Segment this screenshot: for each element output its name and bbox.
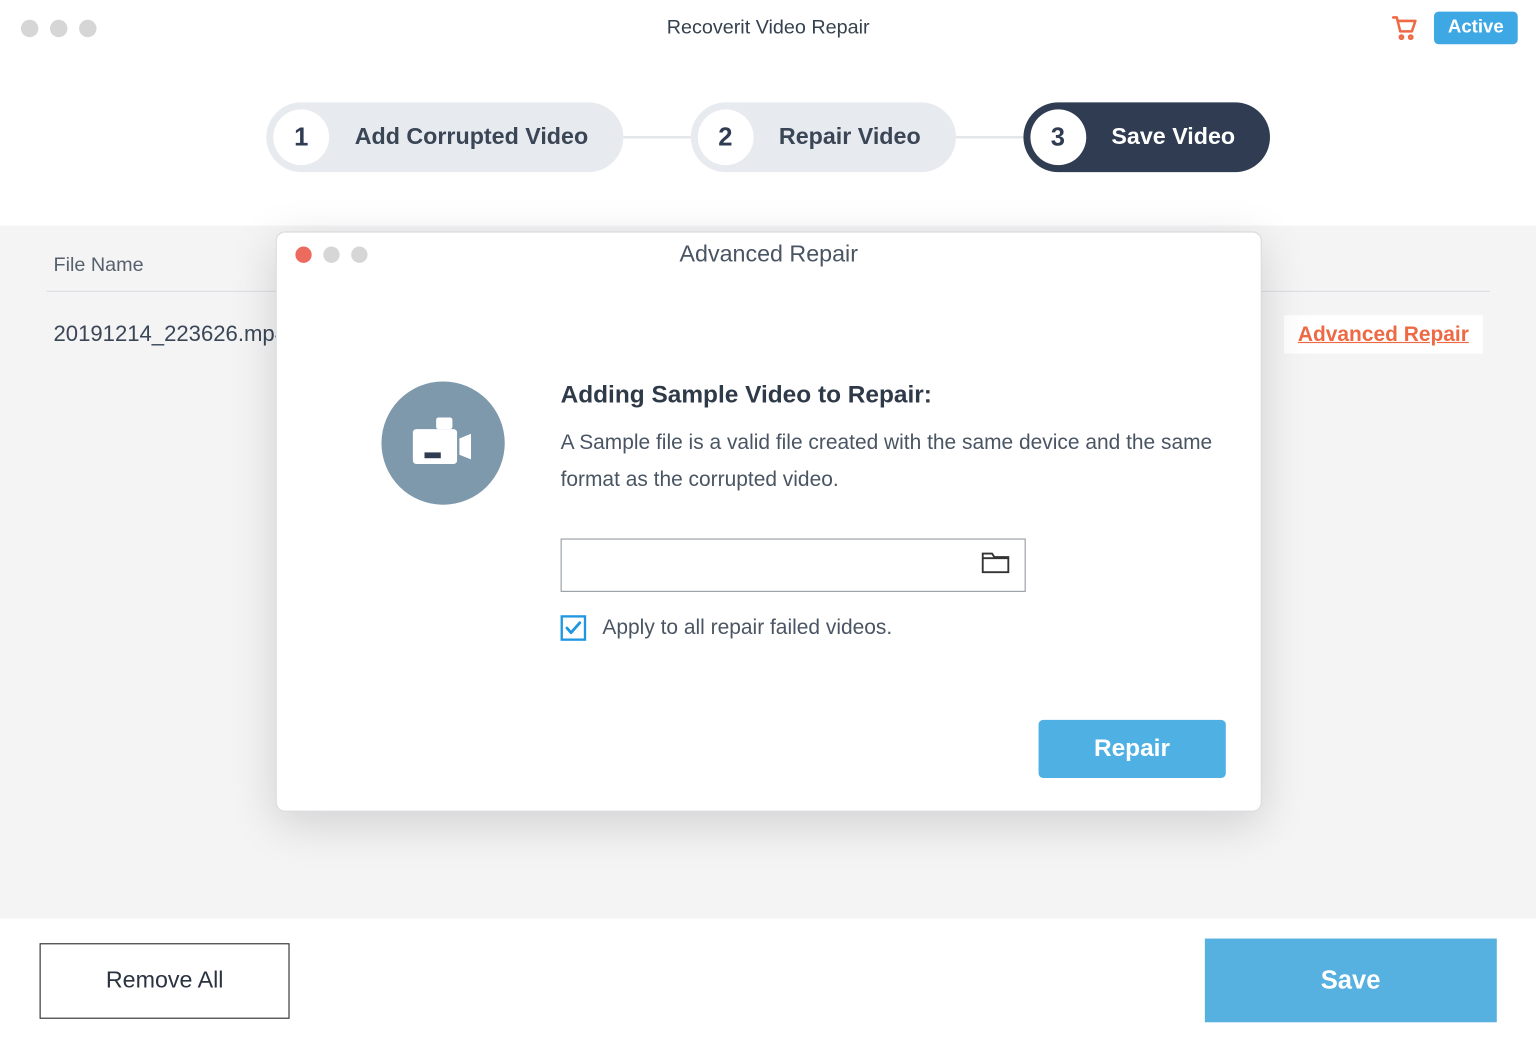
- maximize-window-icon[interactable]: [79, 19, 96, 36]
- modal-description: A Sample file is a valid file created wi…: [561, 423, 1222, 498]
- remove-all-button[interactable]: Remove All: [40, 943, 290, 1019]
- apply-all-checkbox[interactable]: [561, 615, 587, 641]
- window-controls: [0, 19, 97, 36]
- step-label: Add Corrupted Video: [355, 124, 588, 151]
- modal-title: Advanced Repair: [680, 241, 858, 268]
- save-button[interactable]: Save: [1204, 939, 1496, 1023]
- advanced-repair-link[interactable]: Advanced Repair: [1284, 315, 1483, 353]
- step-label: Save Video: [1111, 124, 1235, 151]
- app-title: Recoverit Video Repair: [667, 16, 870, 39]
- file-name: 20191214_223626.mp4: [53, 322, 286, 348]
- close-modal-icon[interactable]: [295, 247, 311, 263]
- stepper: 1 Add Corrupted Video 2 Repair Video 3 S…: [0, 56, 1536, 219]
- modal-window-controls: [277, 247, 368, 263]
- apply-all-label: Apply to all repair failed videos.: [602, 616, 892, 640]
- titlebar: Recoverit Video Repair Active: [0, 0, 1536, 56]
- minimize-window-icon[interactable]: [50, 19, 67, 36]
- folder-icon[interactable]: [980, 549, 1010, 580]
- cart-icon[interactable]: [1390, 14, 1418, 42]
- active-button[interactable]: Active: [1434, 12, 1518, 45]
- step-number: 2: [697, 109, 753, 165]
- repair-button[interactable]: Repair: [1038, 720, 1226, 778]
- advanced-repair-modal: Advanced Repair Adding Sample Video to R…: [276, 231, 1262, 811]
- bottom-bar: Remove All Save: [0, 919, 1536, 1042]
- step-repair-video[interactable]: 2 Repair Video: [691, 102, 956, 172]
- sample-file-input[interactable]: [561, 538, 1026, 591]
- camera-icon: [381, 381, 504, 504]
- step-connector: [623, 136, 690, 138]
- step-label: Repair Video: [779, 124, 921, 151]
- step-add-video[interactable]: 1 Add Corrupted Video: [266, 102, 623, 172]
- modal-titlebar: Advanced Repair: [277, 233, 1261, 277]
- step-number: 3: [1030, 109, 1086, 165]
- step-save-video[interactable]: 3 Save Video: [1023, 102, 1270, 172]
- minimize-modal-icon[interactable]: [323, 247, 339, 263]
- maximize-modal-icon[interactable]: [351, 247, 367, 263]
- modal-heading: Adding Sample Video to Repair:: [561, 381, 1222, 409]
- step-number: 1: [273, 109, 329, 165]
- close-window-icon[interactable]: [21, 19, 38, 36]
- step-connector: [956, 136, 1023, 138]
